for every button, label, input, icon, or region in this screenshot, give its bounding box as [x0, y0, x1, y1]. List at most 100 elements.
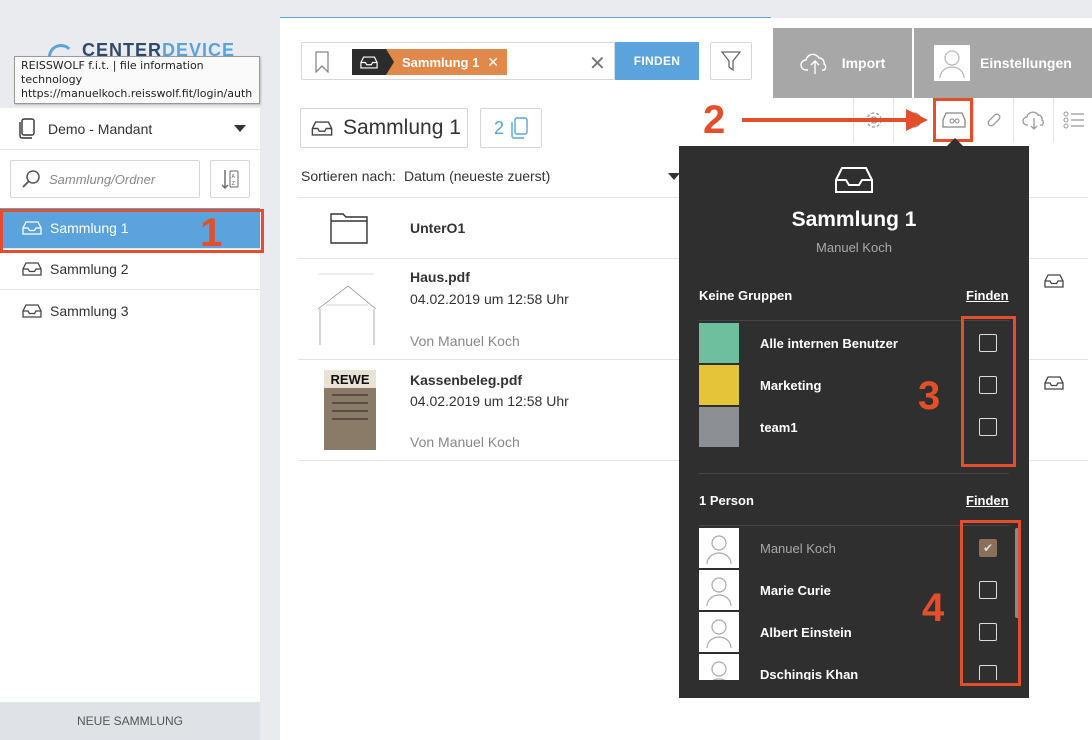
receipt-logo-text: REWE — [324, 370, 376, 388]
file-name: Haus.pdf — [410, 269, 470, 285]
chip-label-box: Sammlung 1 ✕ — [386, 49, 508, 75]
person-name: Albert Einstein — [760, 624, 852, 640]
chevron-down-icon — [234, 125, 246, 132]
page-title: Sammlung 1 — [343, 116, 461, 139]
inbox-icon — [22, 303, 42, 318]
bookmark-icon[interactable] — [314, 51, 330, 73]
avatar — [699, 528, 739, 568]
collection-label: Sammlung 3 — [50, 302, 129, 319]
people-find-link[interactable]: Finden — [966, 493, 1009, 508]
groups-title: Keine Gruppen — [699, 288, 793, 303]
file-name: UnterO1 — [410, 220, 466, 236]
list-icon — [1063, 111, 1084, 129]
collection-label: Sammlung 2 — [50, 261, 129, 277]
user-icon — [706, 619, 732, 648]
file-date: 04.02.2019 um 12:58 Uhr — [410, 393, 569, 409]
user-icon — [706, 577, 732, 606]
annotation-arrow-line — [742, 118, 908, 122]
sidebar: CENTERDEVICE REISSWOLF f.i.t. | file inf… — [0, 0, 260, 740]
collection-item[interactable]: Sammlung 2 — [0, 249, 260, 290]
search-icon — [22, 170, 40, 188]
tooltip-line-1: REISSWOLF f.i.t. | file information tech… — [21, 59, 204, 86]
document-count-button[interactable]: 2 — [480, 108, 542, 148]
file-author: Von Manuel Koch — [410, 434, 520, 450]
file-author: Von Manuel Koch — [410, 333, 520, 349]
user-settings-button[interactable]: Einstellungen — [914, 28, 1092, 98]
import-button[interactable]: Import — [773, 28, 912, 98]
sort-az-button[interactable]: AZ — [210, 160, 250, 198]
annotation-number-3: 3 — [918, 374, 941, 418]
settings-label: Einstellungen — [980, 55, 1072, 71]
filter-button[interactable] — [710, 42, 752, 80]
filter-icon — [721, 51, 741, 72]
avatar — [934, 45, 970, 81]
groups-find-link[interactable]: Finden — [966, 288, 1009, 303]
chip-label: Sammlung 1 — [402, 54, 480, 70]
file-date: 04.02.2019 um 12:58 Uhr — [410, 291, 569, 307]
annotation-number-2: 2 — [703, 98, 726, 142]
permissions-tool[interactable] — [933, 98, 973, 142]
group-color-swatch — [699, 365, 739, 405]
link-tool[interactable] — [973, 98, 1013, 142]
sort-icon: AZ — [221, 170, 239, 189]
search-bar[interactable]: Sammlung 1 ✕ ✕ — [301, 42, 615, 80]
inbox-icon[interactable] — [1044, 274, 1064, 288]
person-name: Manuel Koch — [760, 540, 836, 556]
browser-tooltip: REISSWOLF f.i.t. | file information tech… — [14, 56, 260, 104]
group-name: team1 — [760, 419, 798, 435]
person-name: Dschingis Khan — [760, 666, 859, 681]
mandant-selector[interactable]: Demo - Mandant — [0, 108, 260, 150]
new-collection-button[interactable]: NEUE SAMMLUNG — [0, 702, 260, 740]
annotation-box-1 — [0, 209, 264, 253]
inbox-icon — [311, 120, 333, 136]
annotation-number-1: 1 — [200, 211, 223, 255]
popover-owner: Manuel Koch — [816, 240, 892, 255]
user-icon — [711, 661, 727, 680]
annotation-box-4 — [960, 520, 1021, 686]
avatar — [699, 570, 739, 610]
people-title: 1 Person — [699, 493, 754, 508]
import-label: Import — [841, 55, 886, 71]
document-icon — [19, 117, 35, 139]
folder-icon — [330, 213, 368, 244]
annotation-box-3 — [961, 316, 1016, 467]
annotation-number-4: 4 — [922, 586, 945, 630]
file-name: Kassenbeleg.pdf — [410, 372, 523, 388]
user-icon — [706, 535, 732, 564]
sort-label: Sortieren nach: — [301, 168, 396, 184]
cloud-upload-icon — [800, 53, 827, 74]
sort-selector[interactable]: Sortieren nach: Datum (neueste zuerst) — [301, 168, 681, 184]
group-name: Marketing — [760, 377, 822, 393]
chip-close-icon[interactable]: ✕ — [487, 54, 499, 71]
documents-icon — [511, 117, 528, 139]
inbox-users-icon — [941, 112, 966, 128]
svg-text:Z: Z — [232, 181, 236, 187]
sort-value: Datum (neueste zuerst) — [403, 168, 551, 184]
document-count: 2 — [493, 117, 504, 138]
document-thumbnail — [316, 271, 378, 349]
popover-title: Sammlung 1 — [791, 208, 917, 231]
inbox-icon — [22, 262, 42, 276]
avatar — [699, 612, 739, 652]
clear-search-icon[interactable]: ✕ — [589, 51, 606, 76]
group-name: Alle internen Benutzer — [760, 335, 898, 351]
search-filter-chip[interactable]: Sammlung 1 ✕ — [352, 49, 508, 75]
group-color-swatch — [699, 407, 739, 447]
list-tool[interactable] — [1053, 98, 1092, 142]
receipt-thumbnail: REWE — [324, 370, 376, 450]
annotation-arrow-head — [906, 109, 928, 131]
svg-text:A: A — [232, 174, 236, 180]
inbox-icon[interactable] — [1044, 376, 1064, 390]
paperclip-icon — [987, 113, 1000, 127]
tooltip-line-2: https://manuelkoch.reisswolf.fit/login/a… — [21, 87, 253, 100]
download-tool[interactable] — [1013, 98, 1053, 142]
avatar — [699, 654, 739, 680]
divider — [699, 473, 1009, 474]
person-name: Marie Curie — [760, 582, 831, 598]
collection-search-input[interactable]: Sammlung/Ordner — [10, 160, 200, 198]
cloud-download-icon — [1021, 111, 1044, 130]
collection-panel: Demo - Mandant Sammlung/Ordner AZ Sammlu… — [0, 108, 260, 702]
collection-title-box: Sammlung 1 — [300, 108, 468, 148]
find-button[interactable]: FINDEN — [615, 42, 699, 80]
collection-item[interactable]: Sammlung 3 — [0, 290, 260, 331]
